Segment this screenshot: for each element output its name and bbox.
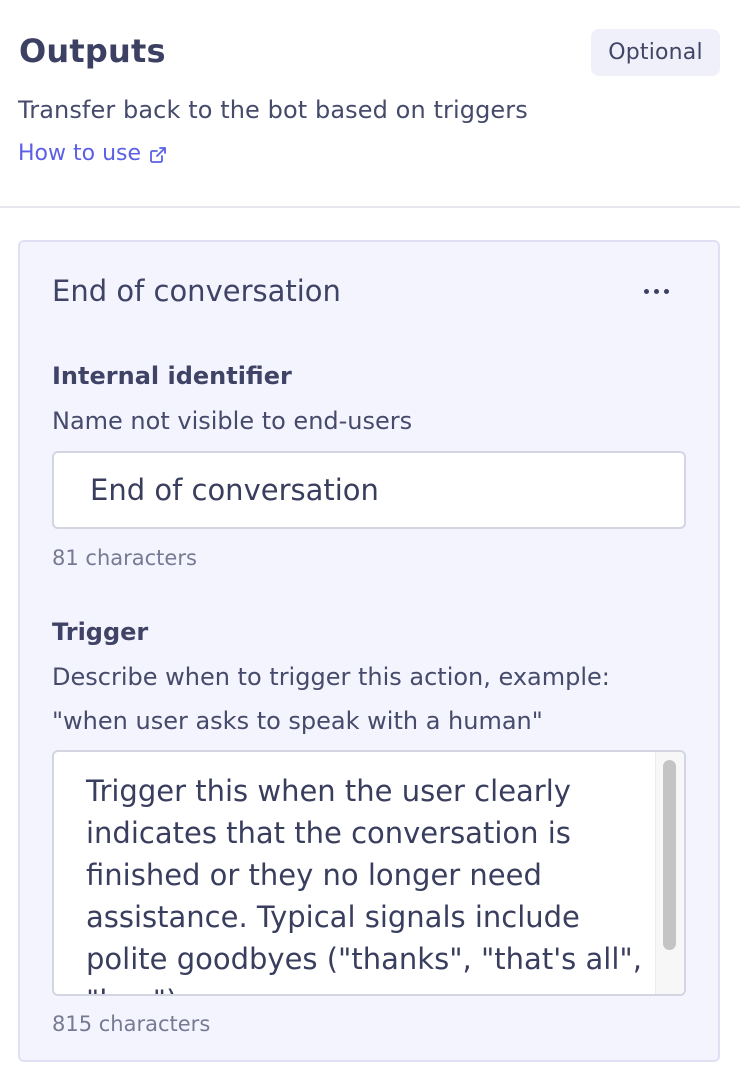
more-horizontal-icon	[653, 288, 659, 294]
trigger-label: Trigger	[52, 618, 149, 646]
how-to-use-label: How to use	[18, 141, 142, 166]
trigger-help-line2: "when user asks to speak with a human"	[52, 707, 543, 735]
trigger-textarea[interactable]: Trigger this when the user clearly indic…	[52, 750, 686, 996]
how-to-use-link[interactable]: How to use	[18, 140, 167, 168]
card-title: End of conversation	[52, 274, 341, 308]
identifier-input[interactable]: End of conversation	[52, 451, 686, 529]
identifier-value: End of conversation	[90, 473, 379, 507]
identifier-label: Internal identifier	[52, 362, 292, 390]
more-horizontal-icon	[663, 288, 669, 294]
trigger-help-line1: Describe when to trigger this action, ex…	[52, 663, 610, 691]
section-title: Outputs	[19, 32, 166, 70]
identifier-help: Name not visible to end-users	[52, 407, 413, 435]
more-horizontal-icon	[643, 288, 649, 294]
section-divider	[0, 206, 740, 208]
outputs-header: Outputs Optional Transfer back to the bo…	[18, 0, 720, 206]
trigger-char-count: 815 characters	[52, 1012, 211, 1036]
optional-badge: Optional	[591, 29, 720, 76]
scrollbar-thumb[interactable]	[663, 760, 676, 950]
identifier-char-count: 81 characters	[52, 546, 197, 570]
external-link-icon	[150, 146, 166, 163]
output-card: End of conversation Internal identifier …	[18, 240, 720, 1062]
textarea-scrollbar[interactable]	[655, 752, 684, 994]
more-options-button[interactable]	[634, 278, 678, 304]
trigger-value: Trigger this when the user clearly indic…	[86, 774, 642, 994]
section-subtitle: Transfer back to the bot based on trigge…	[18, 96, 528, 124]
